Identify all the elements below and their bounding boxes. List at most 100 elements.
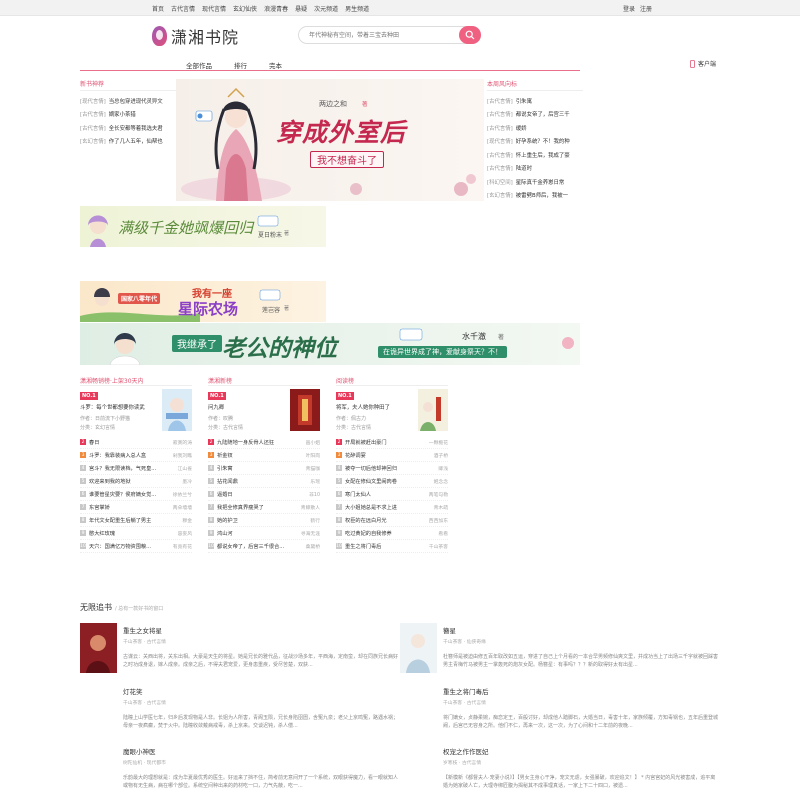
- phone-icon: [690, 59, 695, 68]
- ranking-top-item[interactable]: NO.1 斗罗：每个世都想要你读武 作者：日前流下小野猫 分类：玄幻言情: [80, 386, 192, 436]
- topnav-mystery[interactable]: 悬疑: [295, 4, 307, 13]
- topnav-ancient[interactable]: 古代言情: [171, 4, 195, 13]
- ranking-row[interactable]: 7 大小姐她总是不求上进 青木疏: [336, 501, 448, 514]
- rank-number: 5: [80, 478, 86, 484]
- list-item[interactable]: [现代言情] 好孕系统？不！我的种: [487, 135, 583, 149]
- rank-number: 5: [336, 478, 342, 484]
- ranking-row[interactable]: 8 年代文女配重生后躺了男主 穆金: [80, 514, 192, 527]
- ranking-row[interactable]: 4 被夺一切后他却神回归 卿浅: [336, 462, 448, 475]
- rank-book-author: 两笔勾勒: [428, 492, 448, 498]
- rank-number: 6: [336, 491, 342, 497]
- banner-4-title-pre: 我继承了: [172, 335, 222, 352]
- banner-full-level-heiress[interactable]: 满级千金她飒爆回归 夏日粉末 著: [80, 206, 326, 247]
- login-link[interactable]: 登录: [623, 4, 635, 13]
- topnav-modern[interactable]: 现代言情: [202, 4, 226, 13]
- book-card[interactable]: 重生之女将星 千山茶客 · 古代言情 古谋云：关西出将，关东出相。大豪是天生的将…: [80, 623, 400, 675]
- ranking-row[interactable]: 8 权臣的在远白月光 西西加东: [336, 514, 448, 527]
- banner-2-author: 夏日粉末: [258, 232, 283, 239]
- nav-completed[interactable]: 完本: [269, 60, 282, 70]
- ranking-row[interactable]: 5 欢迎来到我的地狱 墨冷: [80, 475, 192, 488]
- topnav-fantasy[interactable]: 玄幻仙侠: [233, 4, 257, 13]
- search-button[interactable]: [459, 26, 481, 44]
- ranking-row[interactable]: 3 祈金钗 叶阳岗: [208, 449, 320, 462]
- list-item[interactable]: [古代言情] 嫡家小茶猎: [80, 108, 176, 122]
- ranking-row[interactable]: 8 她的护卫 鹤行: [208, 514, 320, 527]
- ranking-row[interactable]: 10 重生之将门毒后 千山茶客: [336, 540, 448, 553]
- book-title: 灯花笑: [123, 688, 143, 696]
- rank-book-author: 徐依兰兮: [172, 492, 192, 498]
- book-card[interactable]: 魔眼小神医 树陀仙机 · 现代都市 乐韵最大的理想就是：成为华夏最优秀的医生。好…: [80, 744, 400, 796]
- ranking-row[interactable]: 4 宫斗？我无限读档，气死皇... 江山雀: [80, 462, 192, 475]
- topnav-home[interactable]: 首页: [152, 4, 164, 13]
- book-card[interactable]: 灯花笑 千山茶客 · 古代言情 陆瞳上山学医七年，归乡后发现物是人非。长姐为人所…: [80, 684, 400, 736]
- nav-all-works[interactable]: 全部作品: [186, 60, 212, 70]
- list-item[interactable]: [现代言情] 当总包穿进现代灵异文: [80, 94, 176, 108]
- ranking-top-item[interactable]: NO.1 将军，夫人她你种田了 作者：佩古力 分类：古代言情: [336, 386, 448, 436]
- weekly-trend-list: 本周风向标 [古代言情] 引朱寓 [古代言情] 都说女帝了，后宫三千 [古代言情] 缓…: [487, 79, 583, 202]
- ranking-row[interactable]: 6 谁要管星灾要？侯府嫡女觉... 徐依兰兮: [80, 488, 192, 501]
- ranking-row[interactable]: 4 引朱寓 青猫咖: [208, 462, 320, 475]
- book-card[interactable]: 重生之将门毒后 千山茶客 · 古代言情 将门嫡女，贞静柔婉，痴恋定王，百般讨好，…: [400, 684, 720, 736]
- list-item[interactable]: [古代言情] 都说女帝了，后宫三千: [487, 108, 583, 122]
- main-banner[interactable]: 两边之和 著 穿成外室后 我不想奋斗了: [176, 79, 484, 201]
- ranking-row[interactable]: 5 拈花闻鼎 乐瑶: [208, 475, 320, 488]
- client-link[interactable]: 客户端: [690, 59, 716, 68]
- ranking-title: 潇湘畅销榜·上架30天内: [80, 376, 192, 386]
- banner-husband-divine-seat[interactable]: 我继承了 老公的神位 水千澈 著 在诡异世界成了神，爱献身祭天？不！: [80, 323, 580, 365]
- book-cover: [80, 684, 117, 734]
- ranking-top-item[interactable]: NO.1 问九卿 作者：叹腾 分类：古代言情: [208, 386, 320, 436]
- ranking-row[interactable]: 2 春日 寂寞的涛: [80, 436, 192, 449]
- search-icon: [465, 30, 475, 40]
- logo-icon: [152, 26, 167, 46]
- list-item[interactable]: [古代言情] 怀上重生后，我成了豪: [487, 148, 583, 162]
- top-book-title: 问九卿: [208, 405, 225, 411]
- book-card[interactable]: 权宠之作作医妃 岁寒枝 · 古代言情 【新模新《都督夫人·宠妻小说》】【男女主身…: [400, 744, 720, 796]
- ranking-row[interactable]: 10 都说女帝了，后宫三千很合... 桑黛桥: [208, 540, 320, 553]
- topnav-acg[interactable]: 次元频道: [314, 4, 338, 13]
- ranking-row[interactable]: 6 寒门太仙人 两笔勾勒: [336, 488, 448, 501]
- top-book-category: 分类：古代言情: [336, 425, 372, 431]
- ranking-row[interactable]: 6 逼婚日 非10: [208, 488, 320, 501]
- ranking-row[interactable]: 7 我把全修真界瘦哭了 青鲸散人: [208, 501, 320, 514]
- rank-number: 6: [80, 491, 86, 497]
- ranking-row[interactable]: 9 鸿山河 寻海无涯: [208, 527, 320, 540]
- book-desc: 乐韵最大的理想就是：成为华夏最优秀的医生。好运来了挡不住，简考前无意间开了一个系…: [123, 775, 399, 789]
- book-desc: 【新模新《都督夫人·宠妻小说》】【男女主身心干净，宠文无虐，女强暴破，欢迎追文！…: [443, 775, 716, 789]
- ranking-row[interactable]: 2 开局就被赶出豪门 一颗栀花: [336, 436, 448, 449]
- rank-number: 2: [336, 439, 342, 445]
- rank-book-title: 开局就被赶出豪门: [345, 439, 387, 446]
- ranking-row[interactable]: 7 东宫掌娇 两朵墙墙: [80, 501, 192, 514]
- book-title: 簪星: [443, 627, 456, 635]
- ranking-row[interactable]: 3 斗罗：我靠装病入总人盒 剁我刘瞧: [80, 449, 192, 462]
- rank-book-title: 谁要管星灾要？侯府嫡女觉...: [89, 491, 157, 498]
- topnav-male[interactable]: 男生频道: [345, 4, 369, 13]
- book-desc: 古谋云：关西出将，关东出相。大豪是天生的将星。她是兄长的雅代品，征战沙场多年，平…: [123, 654, 399, 668]
- ranking-row[interactable]: 2 九陆随地一身反骨人还狂 画小姐: [208, 436, 320, 449]
- ranking-row[interactable]: 10 天穴：国满亿万物资囤粮... 有竟有花: [80, 540, 192, 553]
- rank-book-author: 看看: [438, 531, 448, 537]
- list-item[interactable]: [古代言情] 全长安都等着我选夫君: [80, 121, 176, 135]
- list-item[interactable]: [玄幻言情] 被雷劈B师后，我被一: [487, 189, 583, 203]
- book-title: 魔眼小神医: [123, 748, 156, 756]
- register-link[interactable]: 注册: [640, 4, 652, 13]
- ranking-row[interactable]: 5 女配在修仙文里闹肉卷 姬念念: [336, 475, 448, 488]
- book-meta: 千山茶客 · 仙侠奇缘: [443, 640, 486, 645]
- search-input[interactable]: [309, 30, 459, 41]
- ranking-row[interactable]: 9 憨大红玫瑰 容妄风: [80, 527, 192, 540]
- list-item[interactable]: [玄幻言情] 作了几人五年，仙帮也: [80, 135, 176, 149]
- rank-number: 2: [208, 439, 214, 445]
- book-card[interactable]: 簪星 千山茶客 · 仙侠奇缘 杜簪师是被迫由修五百年取改如五运，穿进了自己上个月…: [400, 623, 720, 675]
- site-logo[interactable]: 潇湘书院: [152, 24, 239, 48]
- banner-star-farm[interactable]: 国家八零年代 我有一座 星际农场 莲岂容 著: [80, 281, 326, 322]
- ranking-row[interactable]: 9 吃过黄妃的自我修养 看看: [336, 527, 448, 540]
- list-item[interactable]: [古代言情] 缓娇: [487, 121, 583, 135]
- book-cover: [400, 623, 437, 673]
- list-item[interactable]: [古代言情] 陆道时: [487, 162, 583, 176]
- nav-ranking[interactable]: 排行: [234, 60, 247, 70]
- rank-book-author: 桑黛桥: [305, 544, 320, 550]
- list-item[interactable]: [古代言情] 引朱寓: [487, 94, 583, 108]
- ranking-row[interactable]: 3 花醉调宴 酒子桥: [336, 449, 448, 462]
- list-item[interactable]: [科幻空间] 星际真千金养崽日常: [487, 175, 583, 189]
- rank-number: 3: [208, 452, 214, 458]
- topnav-youth[interactable]: 浪漫青春: [264, 4, 288, 13]
